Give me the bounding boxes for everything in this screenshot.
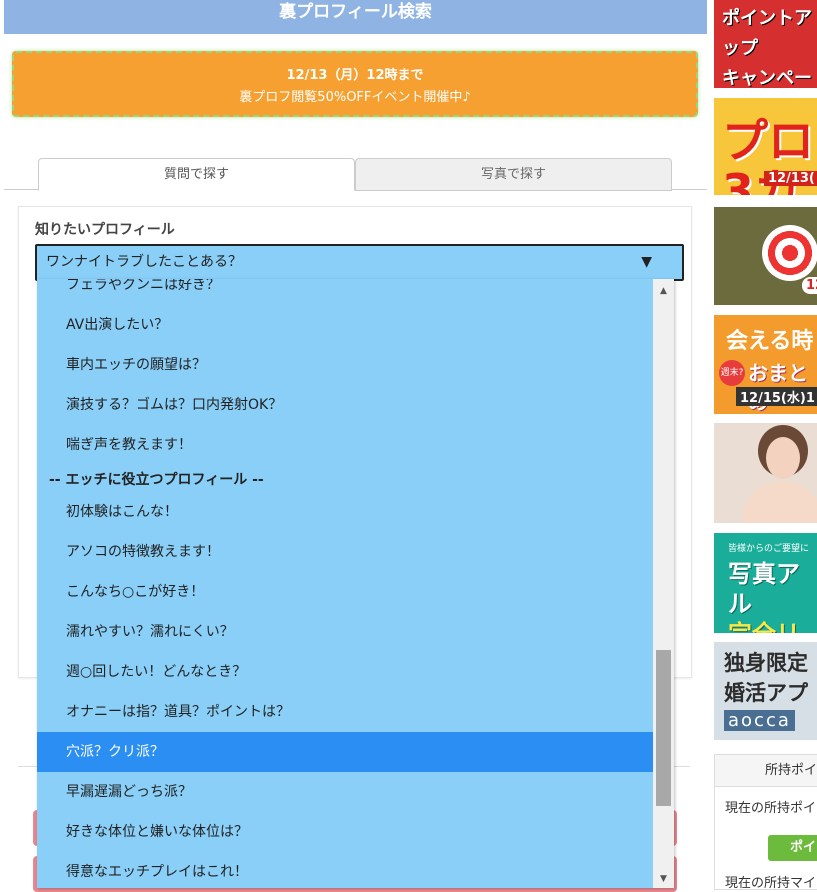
scrollbar-thumb[interactable] xyxy=(656,650,671,806)
ad-text: キャンペーン xyxy=(722,68,812,88)
dropdown-scrollbar[interactable]: ▲ ▼ xyxy=(653,279,674,888)
portrait-body xyxy=(742,481,817,523)
ad-banner-pro[interactable]: プロ3カ 12/13( xyxy=(714,98,817,195)
option-item[interactable]: 好きな体位と嫌いな体位は？ xyxy=(37,812,653,852)
option-item[interactable]: 初体験はこんな！ xyxy=(37,492,653,532)
ad-text: 皆様からのご要望に xyxy=(728,544,810,554)
ad-text: ポイントアップ xyxy=(722,8,812,59)
ad-text: 独身限定 xyxy=(724,651,808,675)
points-header: 所持ポイ xyxy=(715,755,817,787)
ad-date: 12/13( xyxy=(764,171,817,186)
option-item[interactable]: アソコの特徴教えます！ xyxy=(37,532,653,572)
points-panel: 所持ポイ 現在の所持ポイ ポイ 現在の所持マイ xyxy=(714,754,817,891)
option-item[interactable]: こんなち○こが好き！ xyxy=(37,572,653,612)
event-deadline: 12/13（月）12時まで xyxy=(286,68,424,83)
profile-select-label: 知りたいプロフィール xyxy=(35,222,175,238)
profile-select[interactable]: ワンナイトラブしたことある？ ▼ xyxy=(35,244,684,281)
ad-text: 写真アル xyxy=(728,560,800,618)
aocca-logo: aocca xyxy=(724,710,795,731)
ad-banner-album[interactable]: 皆様からのご要望に 写真アル 完全リニ xyxy=(714,533,817,633)
scroll-down-icon[interactable]: ▼ xyxy=(653,871,674,888)
event-description: 裏プロフ閲覧50%OFFイベント開催中♪ xyxy=(239,90,471,105)
option-item[interactable]: 早漏遅漏どっち派？ xyxy=(37,772,653,812)
profile-select-value: ワンナイトラブしたことある？ xyxy=(46,254,242,270)
ad-banner-photo[interactable] xyxy=(714,423,817,523)
ad-banner-target[interactable]: 12 xyxy=(714,207,817,305)
option-item[interactable]: 週○回したい！どんなとき？ xyxy=(37,652,653,692)
event-banner[interactable]: 12/13（月）12時まで 裏プロフ閲覧50%OFFイベント開催中♪ xyxy=(12,51,698,117)
tab-search-by-photo[interactable]: 写真で探す xyxy=(355,158,672,191)
option-item[interactable]: 車内エッチの願望は？ xyxy=(37,345,653,385)
option-item[interactable]: 濡れやすい？濡れにくい？ xyxy=(37,612,653,652)
miles-current: 現在の所持マイ xyxy=(725,876,817,891)
dropdown-arrow-icon: ▼ xyxy=(641,254,652,270)
option-item-highlighted[interactable]: 穴派？クリ派？ xyxy=(37,732,653,772)
ad-banner-point-up[interactable]: ポイントアップ キャンペーン xyxy=(714,0,817,88)
ad-text: 婚活アプ xyxy=(724,681,808,705)
target-icon xyxy=(762,225,817,281)
ad-date: 12/15(水)1 xyxy=(736,387,817,406)
scroll-up-icon[interactable]: ▲ xyxy=(653,283,674,300)
ad-badge: 週末? xyxy=(719,360,745,386)
ad-date: 12 xyxy=(802,277,817,294)
option-item[interactable]: 得意なエッチプレイはこれ！ xyxy=(37,852,653,888)
page-title: 裏プロフィール検索 xyxy=(4,0,707,34)
portrait-face xyxy=(766,437,800,479)
points-button[interactable]: ポイ xyxy=(768,835,817,861)
points-current: 現在の所持ポイ xyxy=(725,801,817,816)
tab-search-by-question[interactable]: 質問で探す xyxy=(38,158,355,191)
ad-text: 会える時 xyxy=(726,329,814,354)
profile-options-list[interactable]: フェラやクンニは好き？ AV出演したい？ 車内エッチの願望は？ 演技する？ゴムは… xyxy=(37,279,674,888)
option-item[interactable]: フェラやクンニは好き？ xyxy=(37,279,653,305)
option-item[interactable]: オナニーは指？道具？ポイントは？ xyxy=(37,692,653,732)
option-item[interactable]: AV出演したい？ xyxy=(37,305,653,345)
ad-text: 完全リニ xyxy=(728,619,817,633)
ad-banner-meetup[interactable]: 会える時 週末? おまとめ 12/15(水)1 xyxy=(714,315,817,414)
option-item[interactable]: 喘ぎ声を教えます！ xyxy=(37,425,653,465)
option-item[interactable]: 演技する？ゴムは？口内発射OK？ xyxy=(37,385,653,425)
ad-banner-aocca[interactable]: 独身限定 婚活アプ aocca xyxy=(714,642,817,740)
